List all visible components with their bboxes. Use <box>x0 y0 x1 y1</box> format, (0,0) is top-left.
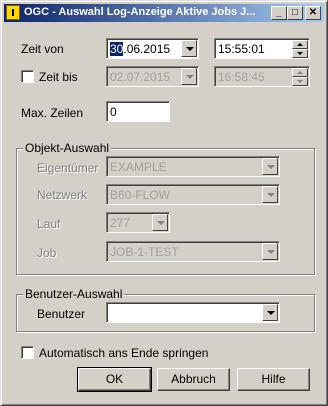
benutzer-select[interactable] <box>106 302 280 323</box>
zeit-von-date-picker[interactable]: 30.06.2015 <box>106 38 199 59</box>
zeit-bis-checkbox[interactable] <box>21 70 34 83</box>
netzwerk-value: B60-FLOW <box>110 188 171 202</box>
max-zeilen-value: 0 <box>110 105 117 119</box>
job-select[interactable]: JOB-1-TEST <box>106 241 280 262</box>
job-value: JOB-1-TEST <box>110 245 179 259</box>
lauf-select[interactable]: 277 <box>106 212 170 233</box>
eigentuemer-value: EXAMPLE <box>110 160 167 174</box>
lauf-value: 277 <box>110 216 131 230</box>
zeit-bis-time-value: 16:58:45 <box>218 70 265 84</box>
abbruch-button[interactable]: Abbruch <box>157 368 230 391</box>
zeit-von-date-value: 30.06.2015 <box>110 42 170 56</box>
zeit-bis-time-field[interactable]: 16:58:45 <box>214 66 310 87</box>
max-zeilen-input[interactable]: 0 <box>106 101 170 122</box>
zeit-von-date-rest: .06.2015 <box>123 42 171 56</box>
zeit-von-time-value: 15:55:01 <box>218 42 265 56</box>
auto-end-label: Automatisch ans Ende springen <box>39 346 209 360</box>
zeit-bis-time-spin-up[interactable] <box>292 68 308 77</box>
job-dropdown-button[interactable] <box>262 243 278 260</box>
maximize-button[interactable]: □ <box>287 6 303 20</box>
eigentuemer-dropdown-button[interactable] <box>262 158 278 175</box>
title-bar[interactable]: OGC - Auswahl Log-Anzeige Aktive Jobs J.… <box>4 4 324 22</box>
objekt-auswahl-title: Objekt-Auswahl <box>23 141 112 155</box>
minimize-button[interactable]: _ <box>271 6 287 20</box>
zeit-von-label: Zeit von <box>21 42 64 56</box>
netzwerk-dropdown-button[interactable] <box>262 186 278 203</box>
job-label: Job <box>37 246 57 260</box>
max-zeilen-label: Max. Zeilen <box>21 106 84 120</box>
zeit-bis-date-dropdown-button[interactable] <box>181 68 197 85</box>
eigentuemer-label: Eigentümer <box>37 161 99 175</box>
netzwerk-select[interactable]: B60-FLOW <box>106 184 280 205</box>
zeit-von-time-spin-up[interactable] <box>292 40 308 49</box>
close-button[interactable]: ✕ <box>305 6 321 20</box>
zeit-bis-date-picker[interactable]: 02.07.2015 <box>106 66 199 87</box>
eigentuemer-select[interactable]: EXAMPLE <box>106 156 280 177</box>
dialog-window: OGC - Auswahl Log-Anzeige Aktive Jobs J.… <box>0 0 328 406</box>
ok-button[interactable]: OK <box>77 367 152 392</box>
hilfe-button[interactable]: Hilfe <box>237 368 310 391</box>
zeit-von-time-spin-down[interactable] <box>292 49 308 58</box>
zeit-bis-label: Zeit bis <box>39 70 78 84</box>
zeit-bis-date-value: 02.07.2015 <box>110 70 171 84</box>
auto-end-checkbox[interactable] <box>21 346 34 359</box>
lauf-dropdown-button[interactable] <box>152 214 168 231</box>
app-icon <box>6 5 20 20</box>
benutzer-auswahl-title: Benutzer-Auswahl <box>23 287 125 301</box>
zeit-bis-time-spin-down[interactable] <box>292 77 308 86</box>
zeit-von-date-dropdown-button[interactable] <box>181 40 197 57</box>
lauf-label: Lauf <box>37 217 61 231</box>
zeit-von-date-selected-part: 30 <box>110 42 124 56</box>
window-title: OGC - Auswahl Log-Anzeige Aktive Jobs J.… <box>24 6 256 18</box>
benutzer-dropdown-button[interactable] <box>262 304 278 321</box>
netzwerk-label: Netzwerk <box>37 188 88 202</box>
zeit-von-time-field[interactable]: 15:55:01 <box>214 38 310 59</box>
benutzer-label: Benutzer <box>37 307 86 321</box>
